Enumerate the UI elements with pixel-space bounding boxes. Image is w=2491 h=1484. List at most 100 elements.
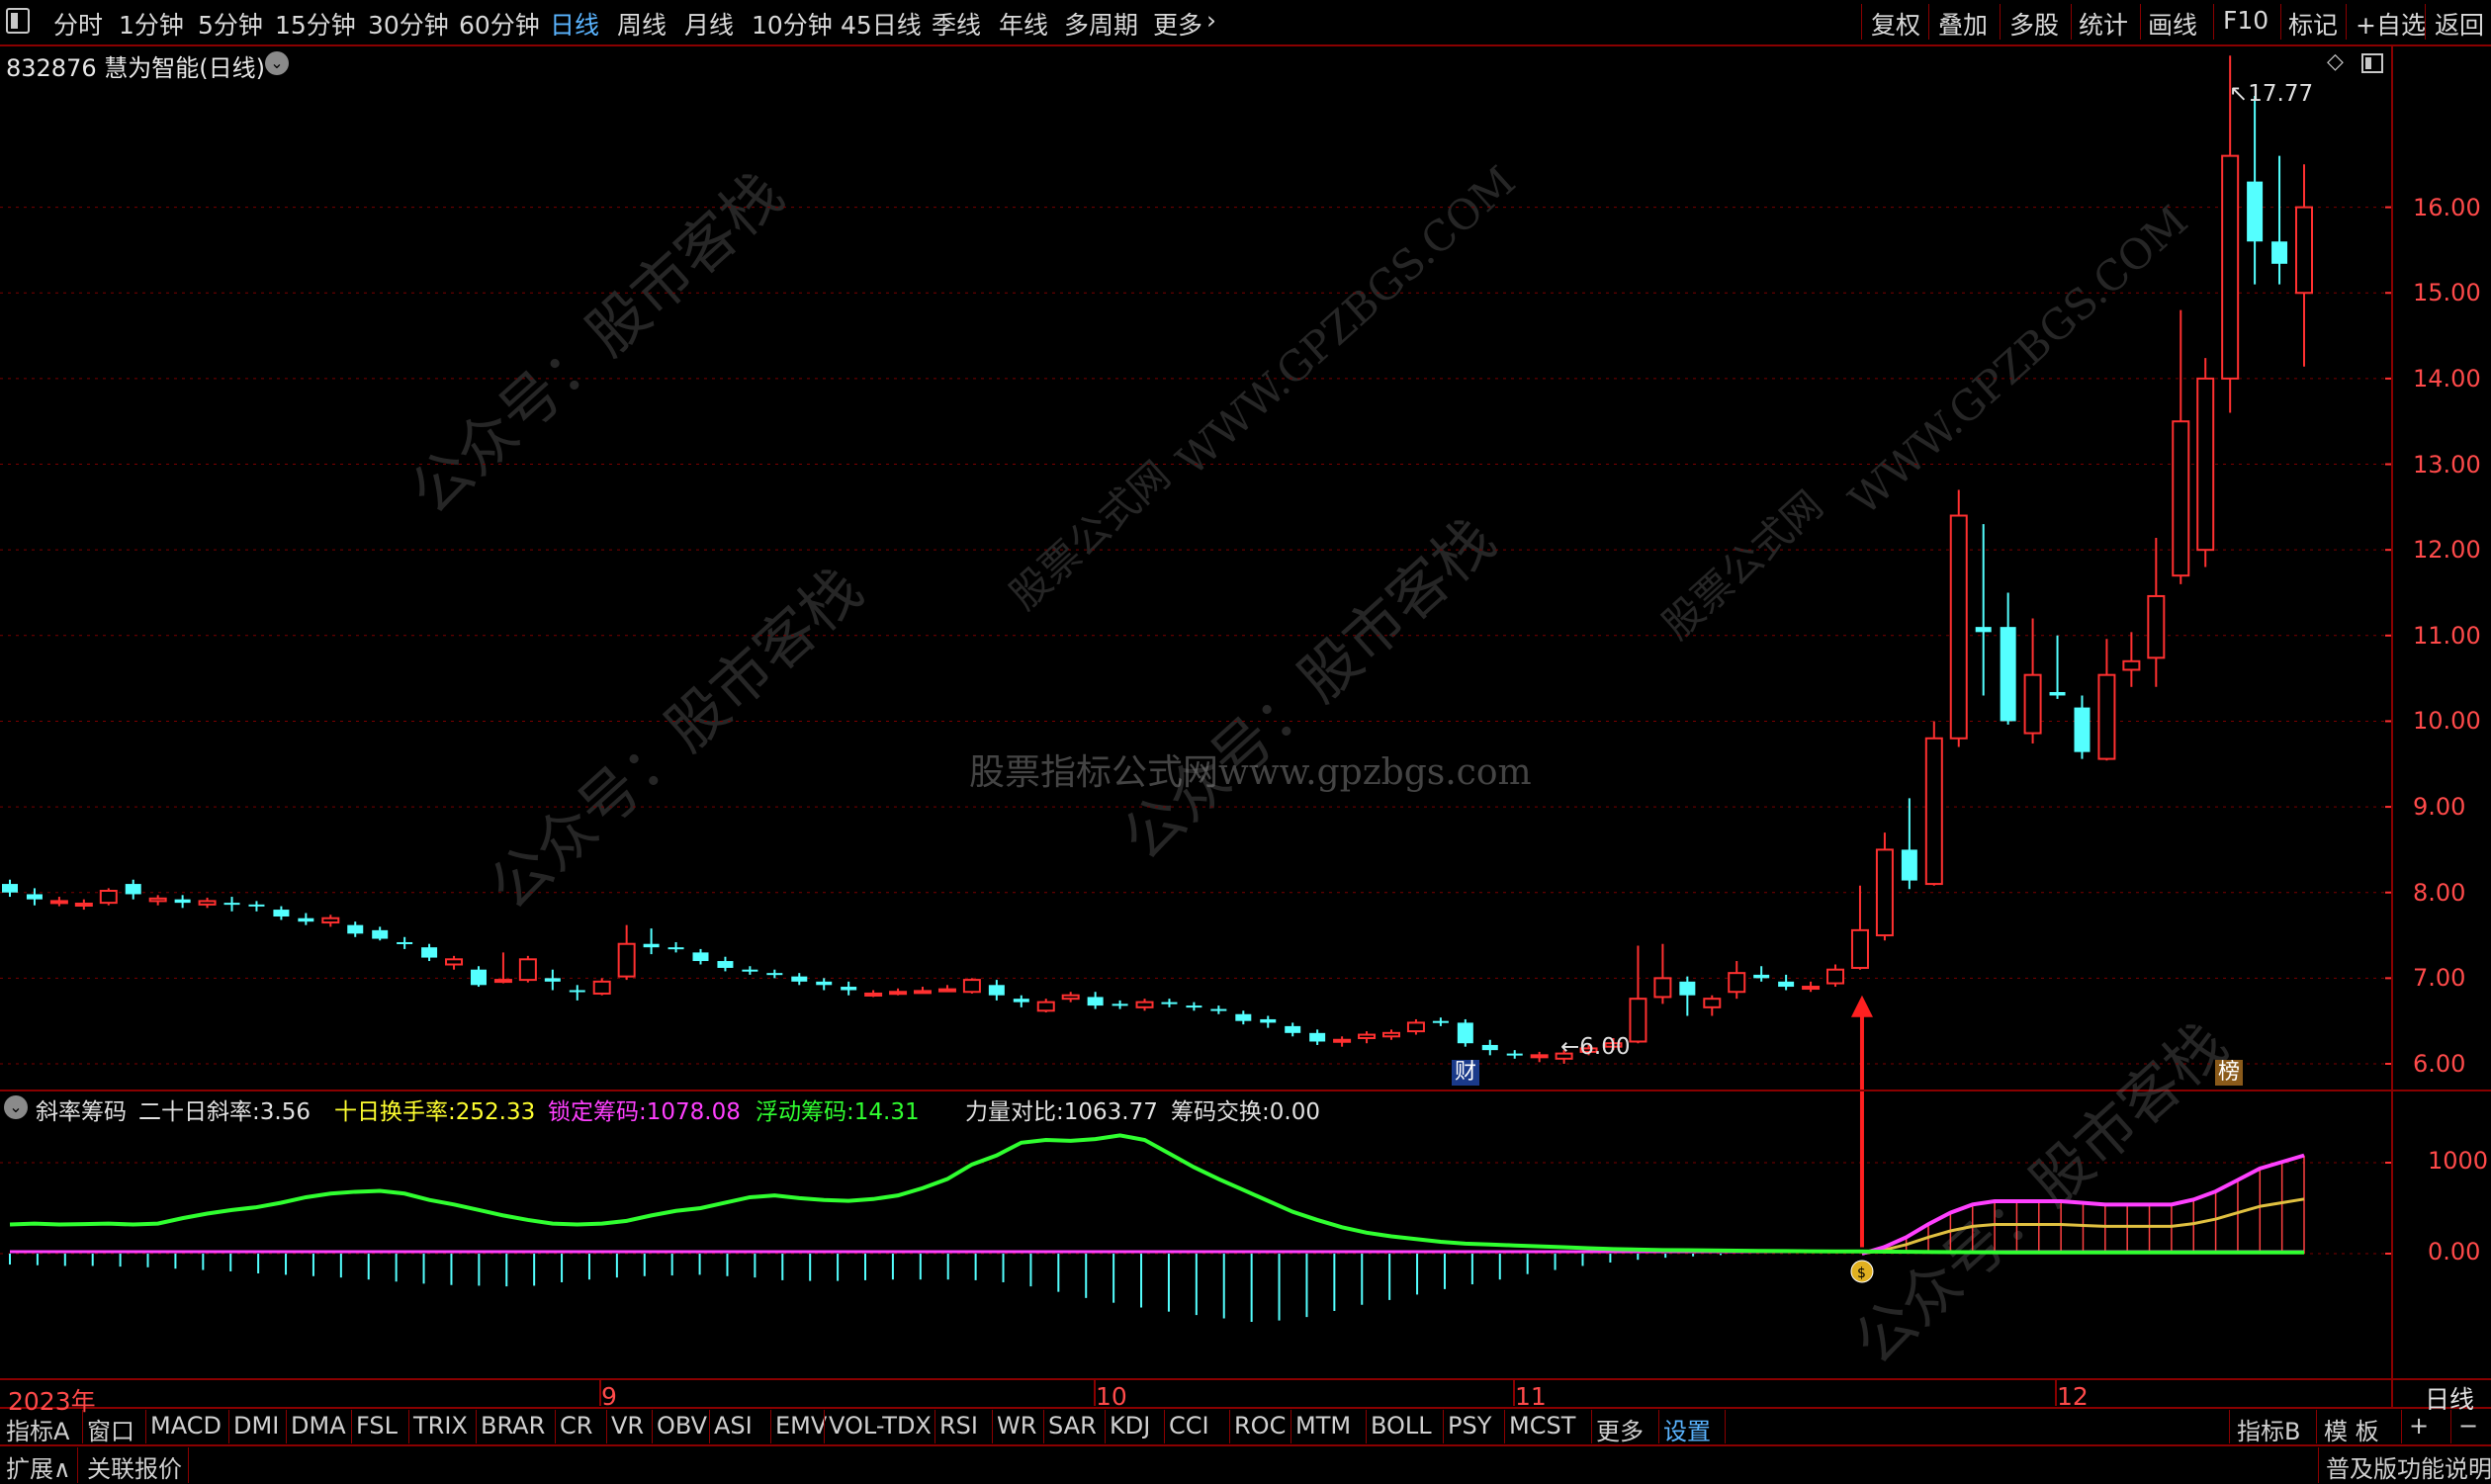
indicator-tab-6[interactable]: TRIX [413,1412,468,1440]
indicator-tab-16[interactable]: SAR [1048,1412,1097,1440]
candle-body [889,991,908,996]
candle [544,969,561,991]
candle [1826,964,1845,988]
indicator-tab-23[interactable]: MCST [1509,1412,1575,1440]
candle [1703,995,1722,1016]
indicator-right-button-0[interactable]: 指标B [2237,1412,2300,1446]
indicator-tab-19[interactable]: ROC [1234,1412,1286,1440]
candle-body [988,985,1005,996]
toolbar-button-4[interactable]: 画线 [2148,6,2197,42]
tab-sep [652,1410,653,1443]
candle [692,948,709,965]
candle [2074,695,2091,759]
candle-body [1629,998,1647,1043]
price-label-1: 15.00 [2413,279,2481,307]
indicator-tab-21[interactable]: BOLL [1371,1412,1432,1440]
toolbar-button-5[interactable]: F10 [2223,6,2269,35]
candle [2049,635,2066,699]
period-tab-6[interactable]: 日线 [550,6,599,42]
indicator-tab-12[interactable]: EMV [775,1412,827,1440]
candle-body [1949,514,1968,740]
price-label-2: 14.00 [2413,364,2481,393]
period-tab-1[interactable]: 1分钟 [119,6,184,42]
candle-body [1901,849,1917,881]
candle-body [1653,977,1672,999]
low-marker-arrow: ← [1560,1034,1580,1060]
period-tab-10[interactable]: 45日线 [841,6,922,42]
toolbar-button-7[interactable]: +自选 [2356,6,2426,42]
toolbar-button-6[interactable]: 标记 [2288,6,2338,42]
tab-sep [145,1410,146,1443]
toolbar-button-8[interactable]: 返回 [2435,6,2484,42]
period-tab-13[interactable]: 多周期 [1064,6,1138,42]
period-tab-9[interactable]: 10分钟 [752,6,833,42]
indicator-right-button-3[interactable]: − [2458,1412,2478,1440]
expand-button[interactable]: 扩展∧ [6,1449,71,1484]
tab-sep [2316,1410,2317,1443]
indicator-right-button-1[interactable]: 模 板 [2324,1412,2379,1446]
indicator-tab-5[interactable]: FSL [356,1412,398,1440]
candle [445,955,464,970]
period-tab-4[interactable]: 30分钟 [368,6,449,42]
tab-sep [1366,1410,1367,1443]
indicator-tab-2[interactable]: MACD [150,1412,222,1440]
candle-body [321,917,340,924]
toolbar-button-1[interactable]: 叠加 [1938,6,1988,42]
period-tab-7[interactable]: 周线 [617,6,667,42]
candle-body [273,910,290,917]
finance-badge[interactable]: 财 [1452,1060,1480,1086]
indicator-tab-1[interactable]: 窗口 [87,1412,134,1446]
indicator-tab-3[interactable]: DMI [233,1412,279,1440]
toolbar-sep [2425,4,2426,40]
indicator-tab-9[interactable]: VR [611,1412,644,1440]
indicator-tab-13[interactable]: VOL-TDX [829,1412,932,1440]
low-price-label: ←6.00 [1560,1034,1631,1060]
more-chevron-icon[interactable]: › [1206,6,1216,35]
edition-info-link[interactable]: 普及版功能说明 [2326,1449,2491,1484]
indicator-tab-24[interactable]: 更多 [1596,1412,1644,1446]
indicator-tab-25[interactable]: 设置 [1663,1412,1711,1446]
candle [864,990,883,998]
period-tab-11[interactable]: 季线 [932,6,981,42]
candle-body [1753,974,1770,979]
period-tab-12[interactable]: 年线 [999,6,1048,42]
indicator-tab-14[interactable]: RSI [939,1412,978,1440]
indicator-tab-15[interactable]: WR [997,1412,1036,1440]
candle-body [125,884,141,895]
indicator-tab-0[interactable]: 指标A [6,1412,69,1446]
ranking-badge[interactable]: 榜 [2215,1060,2244,1086]
indicator-tab-11[interactable]: ASI [714,1412,753,1440]
period-tab-8[interactable]: 月线 [684,6,734,42]
indicator-tab-22[interactable]: PSY [1448,1412,1491,1440]
month-tick [599,1380,601,1406]
candle [1333,1036,1352,1047]
tab-sep [1725,1410,1726,1443]
tab-sep [2450,1410,2451,1443]
candle [1358,1031,1377,1044]
toolbar-button-2[interactable]: 多股 [2009,6,2059,42]
period-tab-5[interactable]: 60分钟 [459,6,540,42]
indicator-tab-18[interactable]: CCI [1169,1412,1209,1440]
period-tab-0[interactable]: 分时 [53,6,103,42]
period-tab-3[interactable]: 15分钟 [275,6,356,42]
indicator-tab-10[interactable]: OBV [657,1412,707,1440]
candle [493,952,512,984]
candle-body [1406,1021,1425,1033]
candle [988,980,1005,1001]
toolbar-button-3[interactable]: 统计 [2079,6,2128,42]
toolbar-button-0[interactable]: 复权 [1871,6,1920,42]
candle-body [174,899,191,904]
indicator-right-button-2[interactable]: + [2409,1412,2429,1440]
indicator-tab-8[interactable]: CR [560,1412,592,1440]
window-menu-icon[interactable] [6,8,30,34]
indicator-tab-7[interactable]: BRAR [481,1412,545,1440]
candle [2271,155,2288,285]
period-tab-14[interactable]: 更多 [1153,6,1202,42]
indicator-tab-4[interactable]: DMA [291,1412,346,1440]
period-tab-2[interactable]: 5分钟 [198,6,263,42]
candle [1087,992,1104,1009]
indicator-tab-20[interactable]: MTM [1295,1412,1351,1440]
candle-body [248,904,265,907]
indicator-tab-17[interactable]: KDJ [1110,1412,1150,1440]
related-quote-button[interactable]: 关联报价 [87,1449,182,1484]
